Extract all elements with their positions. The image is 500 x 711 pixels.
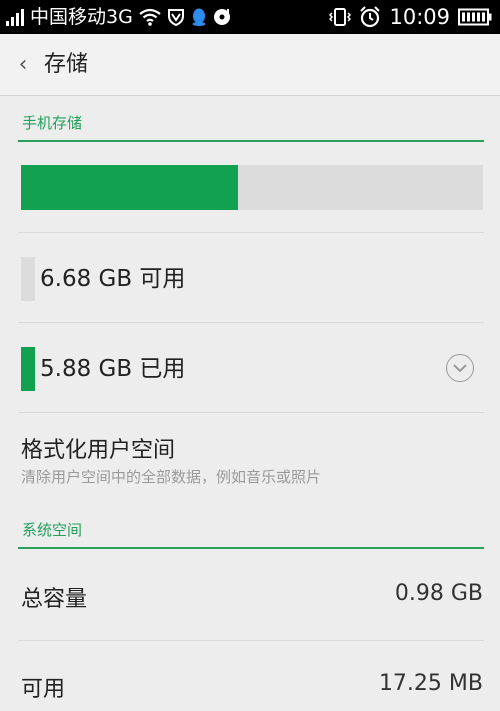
clock-time: 10:09 [389, 5, 450, 29]
section-divider [18, 140, 484, 142]
page-title: 存储 [44, 52, 89, 77]
section-title: 系统空间 [22, 521, 83, 539]
vpn-shield-icon [167, 9, 184, 27]
total-capacity-value: 0.98 GB [394, 581, 483, 606]
legend-used[interactable]: 5.88 GB 已用 [0, 339, 500, 399]
divider [18, 322, 484, 323]
back-icon[interactable]: ‹ [12, 51, 34, 79]
carrier-label: 中国移动3G [30, 6, 133, 28]
available-space-value: 17.25 MB [378, 671, 483, 696]
available-label: 6.68 GB 可用 [40, 266, 186, 292]
divider [18, 640, 484, 641]
available-swatch [21, 257, 35, 301]
app-bar: ‹ 存储 [0, 34, 500, 96]
signal-icon [6, 8, 24, 26]
wifi-icon [139, 8, 161, 26]
storage-used-fill [21, 165, 239, 210]
music-icon [213, 9, 230, 25]
section-divider [18, 547, 484, 549]
format-title: 格式化用户空间 [21, 438, 176, 463]
used-swatch [21, 347, 35, 391]
divider [18, 232, 484, 233]
used-label: 5.88 GB 已用 [40, 356, 186, 382]
vibrate-icon [329, 8, 352, 26]
legend-available: 6.68 GB 可用 [0, 249, 500, 309]
qq-icon [192, 8, 206, 26]
alarm-icon [360, 6, 381, 28]
total-capacity-label: 总容量 [21, 587, 88, 612]
storage-usage-bar [21, 165, 483, 210]
available-space-label: 可用 [21, 677, 66, 702]
format-subtitle: 清除用户空间中的全部数据，例如音乐或照片 [21, 468, 322, 486]
section-title: 手机存储 [22, 114, 83, 132]
expand-chevron-icon[interactable] [446, 354, 474, 382]
status-bar: 中国移动3G 10:09 [0, 0, 500, 34]
battery-icon [458, 8, 492, 26]
divider [18, 412, 484, 413]
